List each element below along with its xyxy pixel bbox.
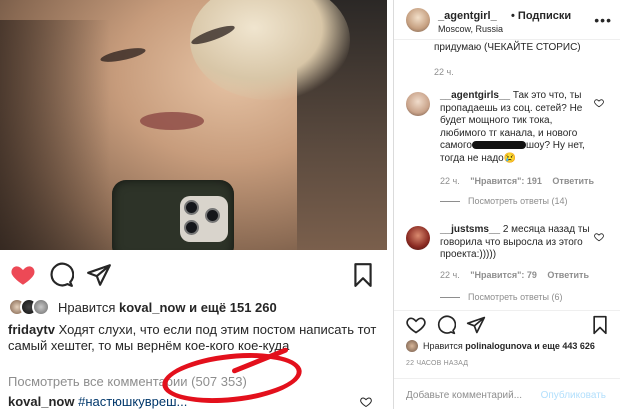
view-replies-label: Посмотреть ответы (6)	[468, 292, 563, 302]
likes-user-link[interactable]: polinalogunova	[465, 341, 532, 351]
comment-icon[interactable]	[436, 315, 456, 335]
list-item: __justsms__ 2 месяца назад ты говорила ч…	[406, 224, 616, 310]
post-photo[interactable]	[0, 0, 387, 250]
replies-dash	[440, 200, 460, 202]
truncated-comment-text: придумаю (ЧЕКАЙТЕ СТОРИС)	[434, 42, 581, 53]
post-header: _agentgirl_ • Подписки Moscow, Russia ••…	[394, 0, 620, 40]
sidebar-likes[interactable]: Нравится polinalogunova и еще 443 626	[406, 340, 595, 352]
heart-icon[interactable]	[406, 315, 426, 335]
comment-username[interactable]: __justsms__	[440, 224, 500, 235]
comment-body: __agentgirls__ Так это что, ты пропадаеш…	[440, 90, 600, 165]
likes-user-link[interactable]: koval_now	[119, 300, 185, 315]
bookmark-icon[interactable]	[590, 315, 610, 335]
share-icon[interactable]	[86, 262, 112, 288]
sidebar-actions-bar	[394, 310, 620, 338]
comments-sidebar: _agentgirl_ • Подписки Moscow, Russia ••…	[394, 0, 620, 409]
comment-hashtag[interactable]: #настюшкувреш...	[78, 394, 187, 409]
caption-username[interactable]: fridaytv	[8, 322, 55, 337]
likes-text: Нравится koval_now и ещё 151 260	[58, 300, 277, 315]
comment-time: 22 ч.	[440, 270, 460, 280]
likes-prefix: Нравится	[58, 299, 116, 315]
heart-icon[interactable]	[594, 232, 604, 242]
comment-meta: 22 ч. "Нравится": 79 Ответить	[440, 270, 589, 280]
more-icon[interactable]: •••	[594, 12, 612, 28]
view-replies-button[interactable]: Посмотреть ответы (14)	[440, 196, 568, 206]
post-main-panel: Нравится koval_now и ещё 151 260 fridayt…	[0, 0, 387, 409]
view-replies-button[interactable]: Посмотреть ответы (6)	[440, 292, 563, 302]
list-item: __agentgirls__ Так это что, ты пропадаеш…	[406, 90, 616, 210]
likes-prefix: Нравится	[423, 341, 463, 351]
following-button[interactable]: • Подписки	[511, 10, 571, 22]
share-icon[interactable]	[466, 315, 486, 335]
avatar[interactable]	[406, 92, 430, 116]
comment-username[interactable]: koval_now	[8, 394, 74, 409]
avatar[interactable]	[406, 8, 430, 32]
caption-text: Ходят слухи, что если под этим постом на…	[8, 322, 377, 353]
camera-lens	[184, 200, 199, 215]
post-actions-bar	[0, 256, 387, 292]
photo-shadow	[0, 20, 110, 250]
avatar	[32, 298, 50, 316]
publish-button[interactable]: Опубликовать	[541, 390, 606, 401]
comment-meta: 22 ч. "Нравится": 191 Ответить	[440, 176, 594, 186]
likes-count[interactable]: и еще 443 626	[534, 341, 595, 351]
bookmark-icon[interactable]	[350, 262, 376, 288]
post-caption: fridaytv Ходят слухи, что если под этим …	[8, 322, 378, 354]
comment-input[interactable]: Добавьте комментарий...	[406, 390, 522, 401]
reply-button[interactable]: Ответить	[547, 270, 589, 280]
post-location[interactable]: Moscow, Russia	[438, 24, 503, 34]
likes-count[interactable]: и ещё 151 260	[189, 300, 277, 315]
avatar	[406, 340, 418, 352]
photo-phone-camera	[180, 196, 228, 242]
comment-heart-icon[interactable]	[360, 396, 372, 408]
view-replies-label: Посмотреть ответы (14)	[468, 196, 568, 206]
author-username[interactable]: _agentgirl_	[438, 10, 497, 22]
comments-list: придумаю (ЧЕКАЙТЕ СТОРИС) 22 ч. __agentg…	[394, 40, 620, 310]
camera-lens	[205, 208, 220, 223]
comment-likes[interactable]: "Нравится": 191	[470, 176, 542, 186]
redaction-bar	[472, 141, 526, 150]
post-likes[interactable]: Нравится koval_now и ещё 151 260	[8, 296, 277, 318]
latest-comment: koval_now #настюшкувреш...	[8, 394, 187, 409]
photo-lips	[140, 112, 204, 130]
replies-dash	[440, 296, 460, 298]
liker-avatars	[8, 298, 52, 316]
add-comment-bar: Добавьте комментарий... Опубликовать	[394, 378, 620, 409]
heart-icon[interactable]	[10, 262, 36, 288]
instagram-post-view: Нравится koval_now и ещё 151 260 fridayt…	[0, 0, 620, 409]
comment-body: __justsms__ 2 месяца назад ты говорила ч…	[440, 224, 600, 262]
comment-time: 22 ч.	[434, 67, 454, 77]
avatar[interactable]	[406, 226, 430, 250]
comment-username[interactable]: __agentgirls__	[440, 90, 510, 101]
post-timestamp: 22 ЧАСОВ НАЗАД	[406, 360, 469, 367]
reply-button[interactable]: Ответить	[552, 176, 594, 186]
comment-icon[interactable]	[48, 262, 74, 288]
comment-likes[interactable]: "Нравится": 79	[470, 270, 537, 280]
comment-time: 22 ч.	[440, 176, 460, 186]
camera-lens	[184, 220, 199, 235]
heart-icon[interactable]	[594, 98, 604, 108]
